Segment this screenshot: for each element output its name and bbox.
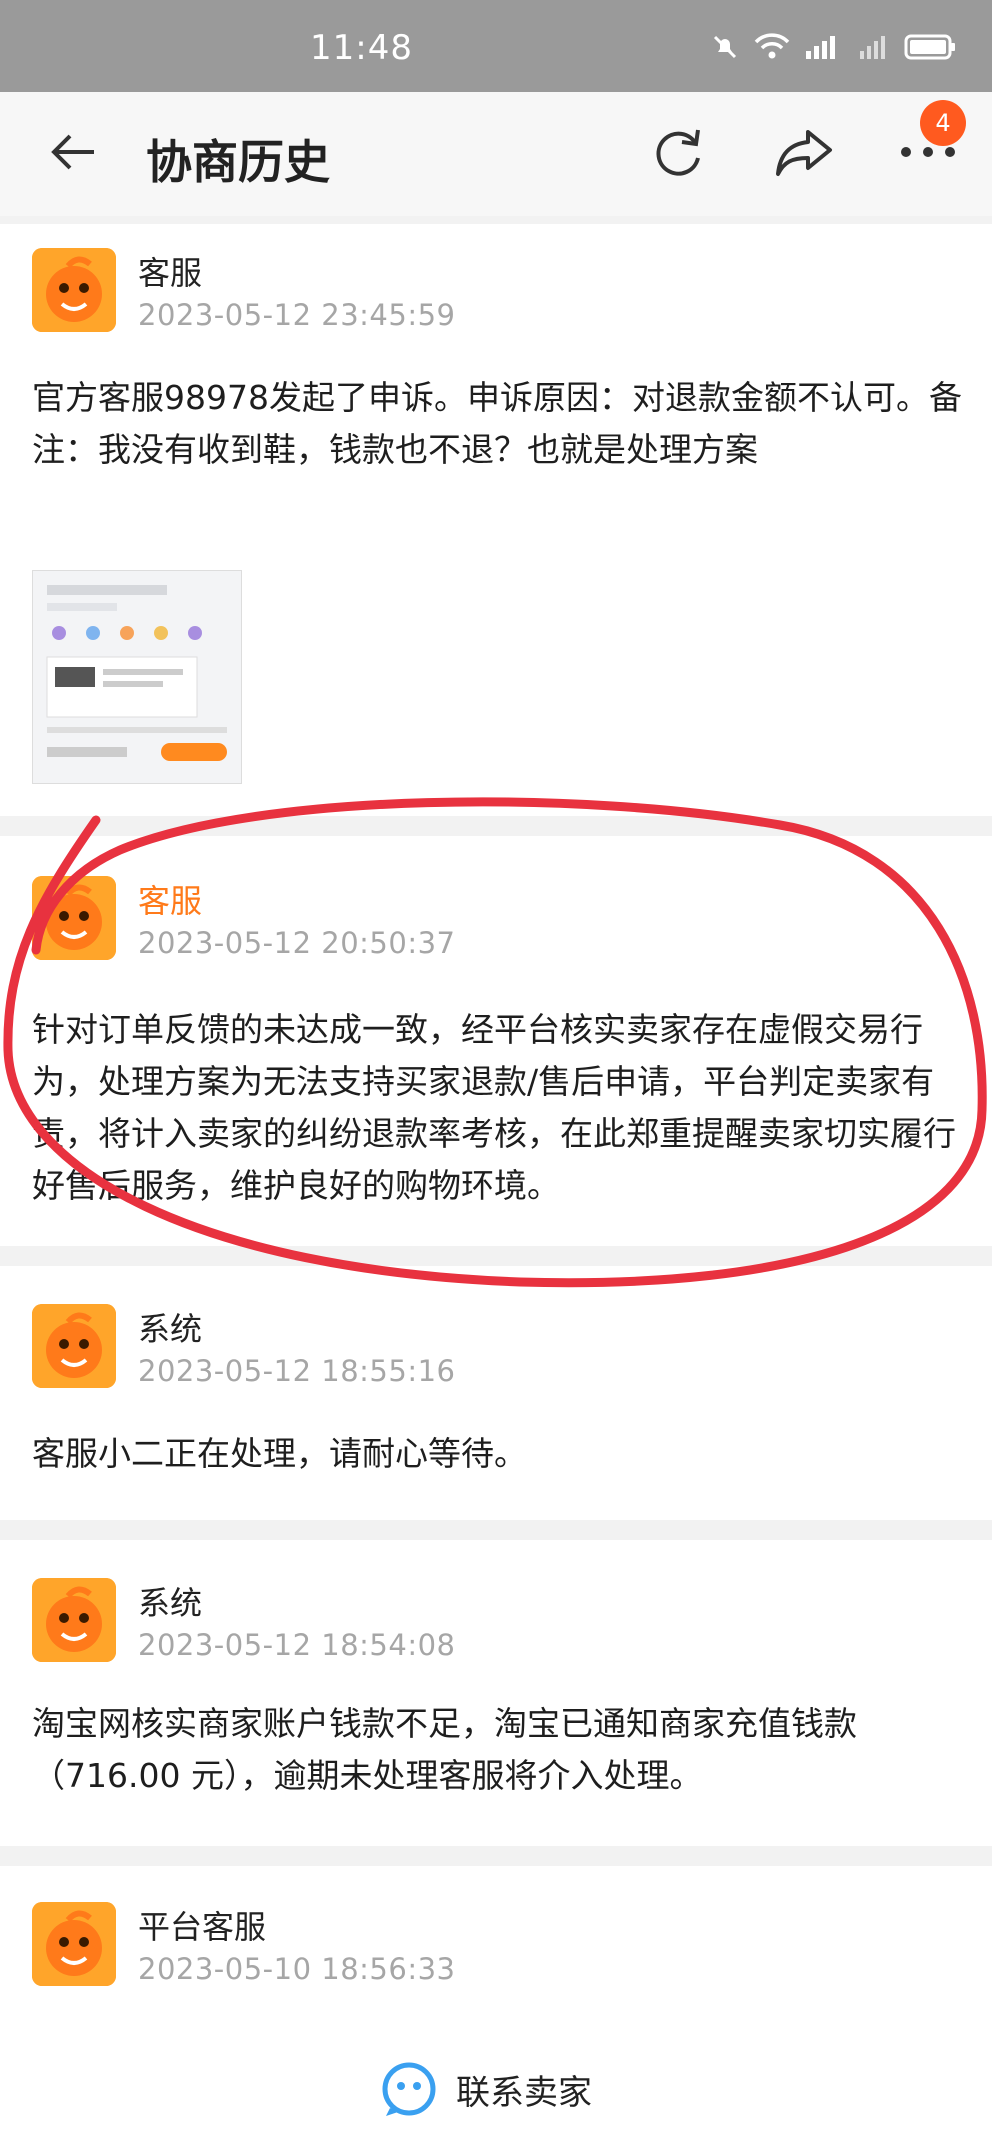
mascot-avatar-icon xyxy=(32,1304,116,1388)
signal-2-icon xyxy=(860,36,885,59)
bottom-bar: 联系卖家 xyxy=(0,2030,992,2151)
record-timestamp: 2023-05-12 18:55:16 xyxy=(138,1354,456,1388)
share-icon[interactable] xyxy=(772,122,836,182)
mute-bell-icon xyxy=(713,35,737,59)
record-card: 客服 2023-05-12 20:50:37 针对订单反馈的未达成一致，经平台核… xyxy=(0,836,992,1246)
record-message: 客服小二正在处理，请耐心等待。 xyxy=(32,1434,527,1473)
record-message: 淘宝网核实商家账户钱款不足，淘宝已通知商家充值钱款（716.00 元），逾期未处… xyxy=(32,1704,857,1795)
record-card: 系统 2023-05-12 18:55:16 客服小二正在处理，请耐心等待。 xyxy=(0,1266,992,1520)
sender-name: 客服 xyxy=(138,254,203,292)
signal-icon xyxy=(806,36,835,59)
status-icons xyxy=(710,32,956,62)
back-arrow-icon[interactable] xyxy=(48,126,100,178)
record-timestamp: 2023-05-12 18:54:08 xyxy=(138,1628,456,1662)
avatar xyxy=(32,1902,116,1986)
mascot-avatar-icon xyxy=(32,248,116,332)
record-timestamp: 2023-05-12 20:50:37 xyxy=(138,926,456,960)
contact-seller-button[interactable]: 联系卖家 xyxy=(380,2060,592,2118)
sender-name: 系统 xyxy=(138,1584,203,1622)
sender-name: 客服 xyxy=(138,882,203,920)
screen: 11:48 协商历史 4 客服 2023-05-12 23:45:59 官方客服… xyxy=(0,0,992,2151)
refresh-icon[interactable] xyxy=(648,122,708,182)
record-message: 官方客服98978发起了申诉。申诉原因：对退款金额不认可。备注：我没有收到鞋，钱… xyxy=(32,378,962,469)
screenshot-preview-image xyxy=(33,571,241,783)
record-card: 平台客服 2023-05-10 18:56:33 xyxy=(0,1866,992,2030)
avatar xyxy=(32,1578,116,1662)
wifi-icon xyxy=(754,33,790,59)
attachment-thumbnail[interactable] xyxy=(32,570,242,784)
battery-icon xyxy=(904,34,955,60)
mascot-avatar-icon xyxy=(32,1578,116,1662)
sender-name: 系统 xyxy=(138,1310,203,1348)
chat-bubble-icon xyxy=(382,2062,436,2116)
notification-badge: 4 xyxy=(920,100,966,146)
sender-name: 平台客服 xyxy=(138,1908,267,1946)
status-bar: 11:48 xyxy=(0,0,992,92)
app-bar: 协商历史 4 xyxy=(0,92,992,216)
contact-seller-label: 联系卖家 xyxy=(456,2072,592,2113)
record-timestamp: 2023-05-12 23:45:59 xyxy=(138,298,456,332)
avatar xyxy=(32,248,116,332)
page-title: 协商历史 xyxy=(146,135,330,189)
status-time: 11:48 xyxy=(310,28,413,68)
mascot-avatar-icon xyxy=(32,1902,116,1986)
avatar xyxy=(32,1304,116,1388)
mascot-avatar-icon xyxy=(32,876,116,960)
avatar xyxy=(32,876,116,960)
record-card: 系统 2023-05-12 18:54:08 淘宝网核实商家账户钱款不足，淘宝已… xyxy=(0,1540,992,1846)
record-card: 客服 2023-05-12 23:45:59 官方客服98978发起了申诉。申诉… xyxy=(0,224,992,816)
record-message: 针对订单反馈的未达成一致，经平台核实卖家存在虚假交易行为，处理方案为无法支持买家… xyxy=(32,1010,956,1205)
record-timestamp: 2023-05-10 18:56:33 xyxy=(138,1952,456,1986)
